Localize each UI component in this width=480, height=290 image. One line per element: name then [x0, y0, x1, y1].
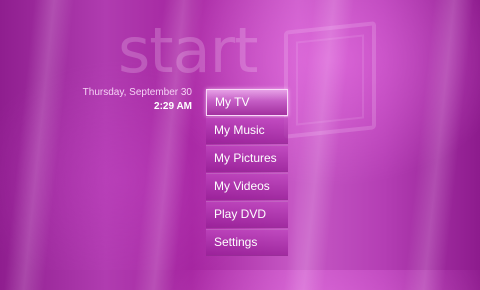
clock: Thursday, September 30 2:29 AM [83, 86, 192, 114]
start-menu: My TV My Music My Pictures My Videos Pla… [206, 89, 288, 256]
date-label: Thursday, September 30 [82, 87, 192, 98]
bg-streak [3, 0, 77, 290]
menu-item-my-tv[interactable]: My TV [206, 89, 288, 116]
menu-item-settings[interactable]: Settings [206, 229, 288, 256]
bg-streak [403, 0, 477, 290]
menu-item-my-pictures[interactable]: My Pictures [206, 145, 288, 172]
time-label: 2:29 AM [154, 101, 192, 112]
menu-item-my-music[interactable]: My Music [206, 117, 288, 144]
background-start-word: start [118, 14, 258, 87]
menu-item-my-videos[interactable]: My Videos [206, 173, 288, 200]
menu-item-play-dvd[interactable]: Play DVD [206, 201, 288, 228]
monitor-graphic [284, 21, 376, 139]
